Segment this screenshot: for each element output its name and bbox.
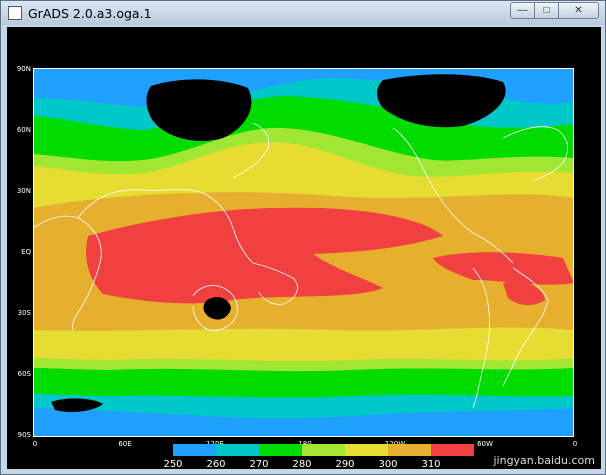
title-bar[interactable]: GrADS 2.0.a3.oga.1 — □ ✕ [1, 1, 605, 25]
window-title: GrADS 2.0.a3.oga.1 [28, 5, 152, 21]
lon-label-0-left: 0 [32, 440, 38, 448]
colorbar [173, 444, 474, 456]
colorbar-label: 310 [421, 459, 441, 470]
grads-display: 90N 60N 30N EQ 30S 60S 90S 0 60E 60W 0 2… [7, 27, 601, 470]
lat-label-90s: 90S [17, 431, 31, 439]
window-controls: — □ ✕ [510, 2, 599, 19]
colorbar-cell [345, 444, 388, 456]
map-svg [33, 68, 574, 437]
colorbar-cell [302, 444, 345, 456]
colorbar-cell [259, 444, 302, 456]
lon-label-60e: 60E [118, 440, 132, 448]
maximize-button[interactable]: □ [534, 2, 558, 19]
grads-window: GrADS 2.0.a3.oga.1 — □ ✕ 90N 60N 30N EQ … [0, 0, 606, 475]
temperature-map [33, 68, 574, 437]
lat-label-60s: 60S [17, 370, 31, 378]
colorbar-label: 290 [335, 459, 355, 470]
colorbar-label: 300 [378, 459, 398, 470]
lat-label-eq: EQ [21, 248, 31, 256]
app-icon [8, 6, 22, 20]
lat-label-90n: 90N [16, 65, 31, 73]
colorbar-cell [431, 444, 474, 456]
lat-label-60n: 60N [16, 126, 31, 134]
lat-label-30n: 30N [16, 187, 31, 195]
close-button[interactable]: ✕ [558, 2, 599, 19]
colorbar-cell [388, 444, 431, 456]
lat-label-30s: 30S [17, 309, 31, 317]
colorbar-label: 270 [249, 459, 269, 470]
colorbar-cell [173, 444, 216, 456]
colorbar-label: 280 [292, 459, 312, 470]
colorbar-cell [216, 444, 259, 456]
watermark: jingyan.baidu.com [493, 454, 595, 467]
colorbar-label: 250 [163, 459, 183, 470]
minimize-button[interactable]: — [510, 2, 534, 19]
lon-label-0-right: 0 [572, 440, 578, 448]
lon-label-60w: 60W [477, 440, 493, 448]
colorbar-label: 260 [206, 459, 226, 470]
